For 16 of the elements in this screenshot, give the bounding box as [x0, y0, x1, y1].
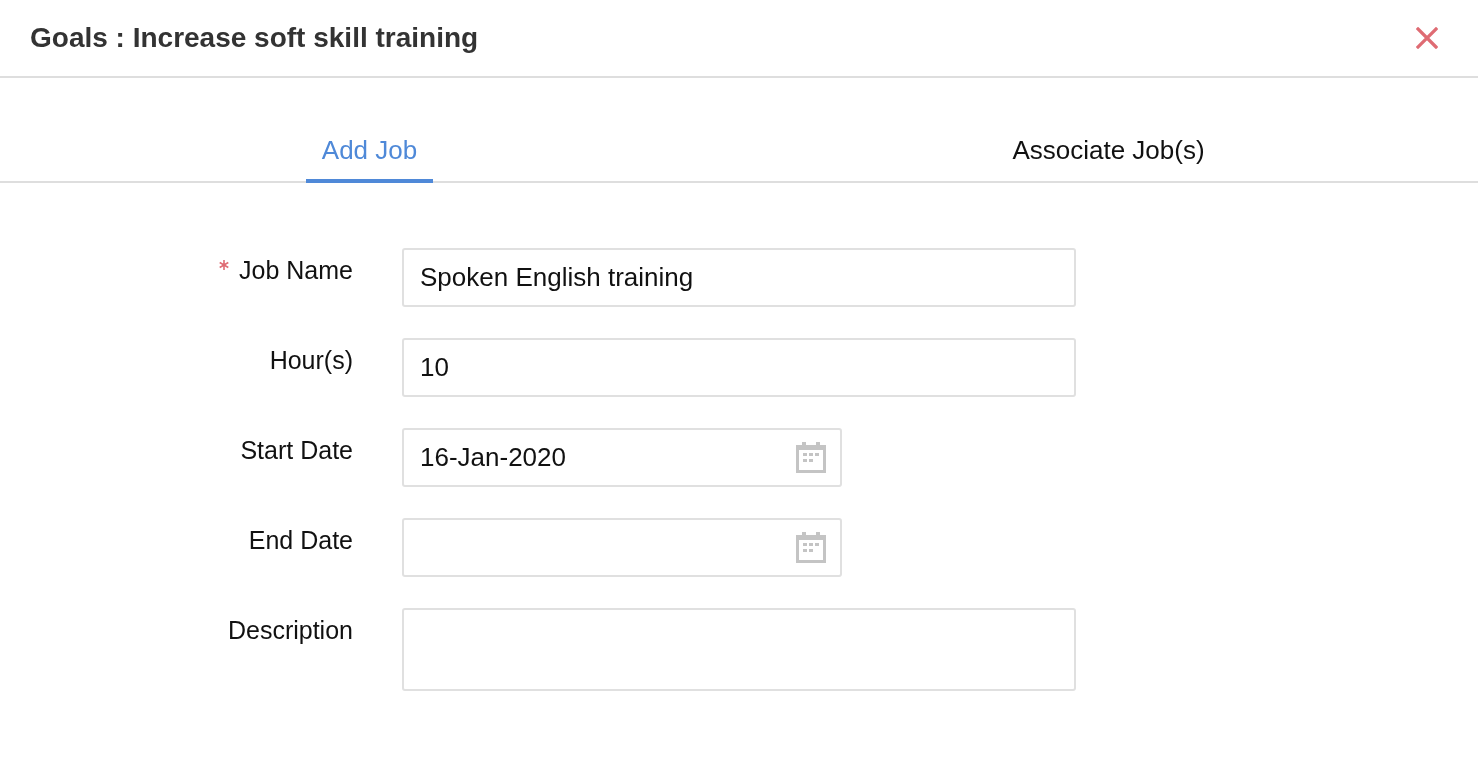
- input-field[interactable]: 10: [402, 338, 1076, 397]
- field-label: Job Name: [239, 256, 353, 285]
- close-icon: [1416, 27, 1438, 49]
- calendar-icon[interactable]: [796, 532, 826, 563]
- date-field[interactable]: 16-Jan-2020: [402, 428, 842, 487]
- textarea-field[interactable]: [402, 608, 1076, 691]
- field-label: Start Date: [240, 436, 353, 465]
- field-label: End Date: [248, 526, 353, 555]
- input-field[interactable]: Spoken English training: [402, 248, 1076, 307]
- calendar-icon[interactable]: [796, 442, 826, 473]
- dialog-title: Goals : Increase soft skill training: [30, 22, 479, 54]
- field-label: Hour(s): [269, 346, 353, 375]
- date-field[interactable]: [402, 518, 842, 577]
- tab[interactable]: Add Job: [305, 118, 434, 183]
- tab[interactable]: Associate Job(s): [996, 118, 1221, 183]
- field-label: Description: [227, 616, 353, 645]
